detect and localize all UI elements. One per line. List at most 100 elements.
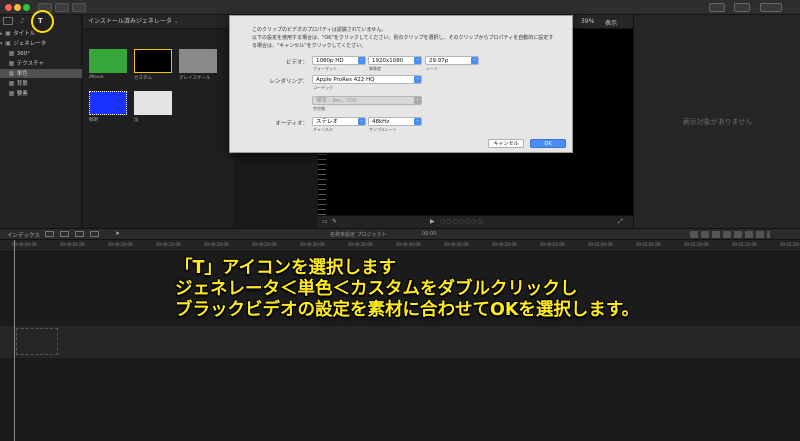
connect-clip-icon[interactable] — [90, 231, 99, 237]
channels-select[interactable]: ステレオ ⌃ — [312, 117, 366, 126]
minimize-window-button[interactable] — [14, 4, 21, 11]
playhead[interactable] — [14, 240, 15, 441]
ruler-tick: 00:01:05:00 — [636, 242, 661, 247]
background-tasks-icon[interactable] — [72, 3, 86, 12]
storyline-placeholder[interactable] — [16, 328, 58, 355]
colorspace-select: 標準 - Rec. 709 ⌃ — [312, 96, 422, 105]
fullscreen-icon[interactable]: ⤢ — [618, 218, 623, 226]
sidebar-item-solids[interactable]: ▦ 単色 — [0, 69, 82, 78]
resolution-value: 1920x1080 — [372, 58, 404, 64]
cancel-button[interactable]: キャンセル — [488, 139, 524, 148]
photos-audio-icon[interactable] — [3, 17, 13, 25]
ruler-tick: 00:00:45:00 — [444, 242, 469, 247]
video-properties-dialog: このクリップのビデオのプロパティは認識されていません。 以下の設定を使用する場合… — [229, 15, 573, 153]
ruler-tick: 00:00:20:00 — [204, 242, 229, 247]
sidebar-item-label: 360° — [16, 51, 30, 57]
thumb-custom[interactable] — [134, 49, 172, 73]
resolution-select[interactable]: 1920x1080 ⌃ — [368, 56, 422, 65]
codec-caption: コーデック — [313, 85, 333, 90]
instruction-caption: 「T」アイコンを選択します ジェネレータ＜単色＜カスタムをダブルクリックし ブラ… — [175, 258, 695, 321]
overwrite-clip-icon[interactable] — [75, 231, 84, 237]
library-sidebar: ♪ T ▸ ▣ タイトル ▾ ▣ ジェネレータ ▦ 360° ▦ テクスチャ ▦… — [0, 15, 82, 228]
thumb-pale[interactable] — [134, 91, 172, 115]
dialog-message: る場合は、"キャンセル"をクリックしてください。 — [252, 43, 367, 49]
chevron-down-icon: ⌃ — [414, 97, 421, 104]
samplerate-select[interactable]: 48kHz ⌃ — [368, 117, 422, 126]
ruler-tick: 00:00:50:00 — [492, 242, 517, 247]
sidebar-item-360[interactable]: ▦ 360° — [0, 49, 82, 58]
app-toolbar — [0, 0, 800, 15]
insert-clip-icon[interactable] — [60, 231, 69, 237]
sidebar-item-generators[interactable]: ▾ ▣ ジェネレータ — [0, 39, 82, 48]
dialog-message: 以下の設定を使用する場合は、"OK"をクリックしてください。別のクリップを選択し… — [252, 35, 554, 41]
ok-button[interactable]: OK — [530, 139, 566, 148]
ruler-tick: 00:01:20:00 — [780, 242, 800, 247]
share-icon[interactable] — [760, 3, 782, 12]
chevron-down-icon[interactable]: ⌄ — [174, 18, 179, 25]
keywords-icon[interactable] — [55, 3, 69, 12]
view-menu[interactable]: 表示 — [605, 18, 617, 27]
generator-browser: iMovie カスタム グレイスケール 鮮明 淡 — [83, 29, 233, 228]
inspector-empty-text: 表示対象がありません — [682, 118, 753, 126]
thumb-label: 淡 — [134, 118, 139, 123]
codec-value: Apple ProRes 422 HQ — [316, 77, 375, 83]
disclosure-icon[interactable]: ▸ — [0, 31, 3, 37]
index-button[interactable]: インデックス — [7, 231, 40, 239]
zoom-level[interactable]: 39% — [581, 18, 594, 25]
grid-icon: ▦ — [8, 90, 15, 97]
grid-icon: ▦ — [8, 60, 15, 67]
zoom-window-button[interactable] — [23, 4, 30, 11]
sidebar-item-elements[interactable]: ▦ 要素 — [0, 89, 82, 98]
disclosure-icon[interactable]: ▾ — [0, 41, 3, 47]
chevron-down-icon: ⌃ — [414, 118, 421, 125]
samplerate-value: 48kHz — [372, 119, 390, 125]
thumb-imovie[interactable] — [89, 49, 127, 73]
timeline-ruler[interactable]: 00:00:00:00 00:00:05:00 00:00:10:00 00:00:1… — [0, 240, 800, 252]
thumb-vivid[interactable] — [89, 91, 127, 115]
channels-caption: チャンネル — [313, 127, 333, 132]
ruler-tick: 00:00:55:00 — [540, 242, 565, 247]
select-tool-icon[interactable]: ➤ — [115, 230, 120, 237]
thumb-label: 鮮明 — [89, 118, 98, 123]
samplerate-caption: サンプルレート — [369, 127, 397, 132]
fit-icon[interactable]: ▭ — [322, 218, 328, 225]
ruler-tick: 00:00:10:00 — [108, 242, 133, 247]
thumb-grayscale[interactable] — [179, 49, 217, 73]
rate-value: 29.97p — [429, 58, 449, 64]
viewer-controls: ▭ ✎ ▶ ○○○○○○○ ⤢ — [318, 215, 633, 228]
sidebar-item-label: 単色 — [16, 71, 28, 77]
play-button[interactable]: ▶ — [430, 218, 435, 225]
grid-icon: ▦ — [8, 50, 15, 57]
timeline-tools-strip[interactable] — [690, 231, 770, 238]
colorspace-value: 標準 - Rec. 709 — [316, 98, 357, 104]
colorspace-caption: 色空間 — [313, 106, 325, 111]
caption-line: ジェネレータ＜単色＜カスタムをダブルクリックし — [175, 279, 578, 299]
music-icon[interactable]: ♪ — [20, 17, 30, 25]
thumb-label: iMovie — [89, 75, 104, 80]
sidebar-item-label: ジェネレータ — [13, 41, 47, 47]
primary-storyline[interactable] — [0, 326, 800, 358]
highlight-circle — [31, 10, 54, 33]
format-value: 1080p HD — [316, 58, 344, 64]
codec-select[interactable]: Apple ProRes 422 HQ ⌃ — [312, 75, 422, 84]
chevron-down-icon: ⌃ — [358, 57, 365, 64]
chevron-down-icon: ⌃ — [471, 57, 478, 64]
dialog-message: このクリップのビデオのプロパティは認識されていません。 — [252, 27, 387, 33]
timeline-layout-icon[interactable] — [734, 3, 750, 12]
close-window-button[interactable] — [5, 4, 12, 11]
project-duration: 00:00 — [422, 231, 437, 237]
library-layout-icon[interactable] — [709, 3, 725, 12]
sidebar-item-textures[interactable]: ▦ テクスチャ — [0, 59, 82, 68]
caption-line: ブラックビデオの設定を素材に合わせてOKを選択します。 — [175, 300, 640, 320]
format-select[interactable]: 1080p HD ⌃ — [312, 56, 366, 65]
ruler-tick: 00:00:35:00 — [348, 242, 373, 247]
rate-select[interactable]: 29.97p ⌃ — [425, 56, 479, 65]
ruler-tick: 00:00:00:00 — [12, 242, 37, 247]
audio-label: オーディオ： — [275, 121, 308, 127]
thumb-label: カスタム — [134, 76, 152, 81]
enhance-icon[interactable]: ✎ — [332, 218, 337, 225]
grid-icon: ▦ — [8, 70, 15, 77]
sidebar-item-backgrounds[interactable]: ▦ 背景 — [0, 79, 82, 88]
append-clip-icon[interactable] — [45, 231, 54, 237]
sidebar-item-label: タイトル — [13, 31, 36, 37]
